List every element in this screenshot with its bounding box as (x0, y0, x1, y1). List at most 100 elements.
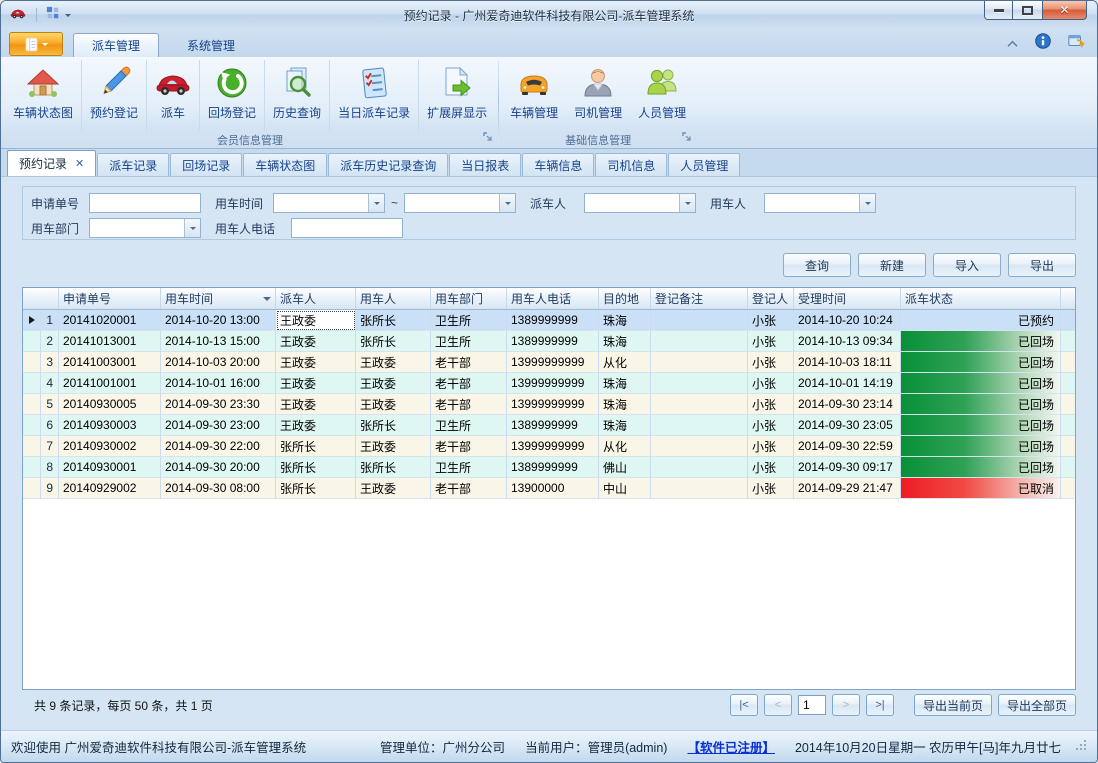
table-row[interactable]: 3201410030012014-10-03 20:00王政委王政委老干部139… (23, 352, 1075, 373)
cell-accept_time[interactable]: 2014-09-30 23:05 (794, 415, 901, 436)
dispatch-button[interactable]: 派车 (146, 60, 199, 131)
cell-accept_time[interactable]: 2014-10-01 14:19 (794, 373, 901, 394)
cell-order_no[interactable]: 20141003001 (59, 352, 161, 373)
today-dispatch-records-button[interactable]: 当日派车记录 (329, 60, 418, 131)
extend-screen-button[interactable]: 扩展屏显示 (418, 60, 495, 131)
cell-department[interactable]: 卫生所 (431, 415, 507, 436)
cell-destination[interactable]: 从化 (599, 436, 651, 457)
cell-user[interactable]: 王政委 (356, 436, 431, 457)
doc-tab-0[interactable]: 预约记录✕ (7, 150, 96, 176)
cell-dispatcher[interactable]: 王政委 (276, 310, 356, 331)
cell-department[interactable]: 卫生所 (431, 331, 507, 352)
cell-remark[interactable] (651, 373, 748, 394)
column-header-use_time[interactable]: 用车时间 (161, 288, 276, 309)
cell-use_time[interactable]: 2014-09-30 20:00 (161, 457, 276, 478)
cell-use_time[interactable]: 2014-10-20 13:00 (161, 310, 276, 331)
column-header-remark[interactable]: 登记备注 (651, 288, 748, 309)
next-page-button[interactable]: > (832, 694, 860, 716)
doc-tab-7[interactable]: 司机信息 (595, 153, 667, 176)
close-icon[interactable]: ✕ (75, 157, 84, 170)
vehicle-management-button[interactable]: 车辆管理 (502, 60, 566, 131)
cell-accept_time[interactable]: 2014-09-30 22:59 (794, 436, 901, 457)
cell-order_no[interactable]: 20140930005 (59, 394, 161, 415)
cell-status[interactable]: 已预约 (901, 310, 1061, 331)
query-button[interactable]: 查询 (783, 253, 851, 277)
ribbon-tab-system-management[interactable]: 系统管理 (169, 33, 253, 57)
return-register-button[interactable]: 回场登记 (199, 60, 264, 131)
maximize-button[interactable] (1013, 1, 1042, 20)
cell-phone[interactable]: 1389999999 (507, 331, 599, 352)
cell-user[interactable]: 王政委 (356, 373, 431, 394)
cell-remark[interactable] (651, 394, 748, 415)
cell-status[interactable]: 已回场 (901, 373, 1061, 394)
cell-user[interactable]: 张所长 (356, 457, 431, 478)
info-icon[interactable] (1035, 33, 1051, 54)
cell-dispatcher[interactable]: 王政委 (276, 373, 356, 394)
chevron-down-icon[interactable] (679, 194, 695, 212)
cell-user[interactable]: 张所长 (356, 310, 431, 331)
cell-accept_time[interactable]: 2014-10-13 09:34 (794, 331, 901, 352)
cell-dispatcher[interactable]: 王政委 (276, 352, 356, 373)
first-page-button[interactable]: |< (730, 694, 758, 716)
driver-management-button[interactable]: 司机管理 (566, 60, 630, 131)
cell-department[interactable]: 老干部 (431, 436, 507, 457)
cell-order_no[interactable]: 20141001001 (59, 373, 161, 394)
chevron-down-icon[interactable] (368, 194, 384, 212)
quick-access-dropdown-icon[interactable] (65, 14, 71, 20)
table-row[interactable]: 9201409290022014-09-30 08:00张所长王政委老干部139… (23, 478, 1075, 499)
department-combobox[interactable] (89, 218, 201, 238)
cell-phone[interactable]: 13999999999 (507, 352, 599, 373)
cell-user[interactable]: 王政委 (356, 478, 431, 499)
cell-phone[interactable]: 1389999999 (507, 310, 599, 331)
cell-registrar[interactable]: 小张 (748, 394, 794, 415)
cell-phone[interactable]: 1389999999 (507, 457, 599, 478)
app-menu-button[interactable] (9, 32, 63, 56)
minimize-button[interactable] (984, 1, 1013, 20)
history-query-button[interactable]: 历史查询 (264, 60, 329, 131)
cell-remark[interactable] (651, 478, 748, 499)
resize-grip[interactable] (1075, 739, 1087, 754)
personnel-management-button[interactable]: 人员管理 (630, 60, 694, 131)
dispatcher-combobox[interactable] (584, 193, 696, 213)
cell-status[interactable]: 已回场 (901, 436, 1061, 457)
cell-phone[interactable]: 1389999999 (507, 415, 599, 436)
column-header-accept_time[interactable]: 受理时间 (794, 288, 901, 309)
cell-status[interactable]: 已回场 (901, 415, 1061, 436)
cell-use_time[interactable]: 2014-09-30 08:00 (161, 478, 276, 499)
cell-user[interactable]: 张所长 (356, 331, 431, 352)
export-button[interactable]: 导出 (1008, 253, 1076, 277)
cell-use_time[interactable]: 2014-09-30 23:30 (161, 394, 276, 415)
cell-use_time[interactable]: 2014-10-13 15:00 (161, 331, 276, 352)
phone-input[interactable] (291, 218, 403, 238)
table-row[interactable]: 6201409300032014-09-30 23:00王政委张所长卫生所138… (23, 415, 1075, 436)
column-header-user[interactable]: 用车人 (356, 288, 431, 309)
cell-department[interactable]: 卫生所 (431, 457, 507, 478)
cell-remark[interactable] (651, 415, 748, 436)
table-row[interactable]: 1201410200012014-10-20 13:00王政委张所长卫生所138… (23, 310, 1075, 331)
cell-dispatcher[interactable]: 张所长 (276, 436, 356, 457)
cell-use_time[interactable]: 2014-10-03 20:00 (161, 352, 276, 373)
window-switch-icon[interactable] (1067, 33, 1085, 54)
cell-order_no[interactable]: 20141020001 (59, 310, 161, 331)
chevron-down-icon[interactable] (499, 194, 515, 212)
cell-user[interactable]: 张所长 (356, 415, 431, 436)
cell-registrar[interactable]: 小张 (748, 478, 794, 499)
cell-user[interactable]: 王政委 (356, 352, 431, 373)
cell-phone[interactable]: 13900000 (507, 478, 599, 499)
table-row[interactable]: 2201410130012014-10-13 15:00王政委张所长卫生所138… (23, 331, 1075, 352)
last-page-button[interactable]: >| (866, 694, 894, 716)
sort-dropdown-icon[interactable] (263, 297, 271, 305)
cell-registrar[interactable]: 小张 (748, 331, 794, 352)
cell-dispatcher[interactable]: 张所长 (276, 478, 356, 499)
ribbon-tab-dispatch-management[interactable]: 派车管理 (73, 33, 159, 57)
column-header-department[interactable]: 用车部门 (431, 288, 507, 309)
cell-phone[interactable]: 13999999999 (507, 373, 599, 394)
column-header-destination[interactable]: 目的地 (599, 288, 651, 309)
cell-registrar[interactable]: 小张 (748, 373, 794, 394)
doc-tab-1[interactable]: 派车记录 (97, 153, 169, 176)
table-row[interactable]: 4201410010012014-10-01 16:00王政委王政委老干部139… (23, 373, 1075, 394)
cell-accept_time[interactable]: 2014-09-29 21:47 (794, 478, 901, 499)
reservation-register-button[interactable]: 预约登记 (81, 60, 146, 131)
doc-tab-8[interactable]: 人员管理 (668, 153, 740, 176)
page-number-input[interactable] (798, 695, 826, 715)
